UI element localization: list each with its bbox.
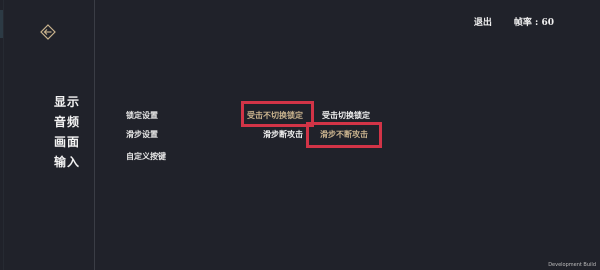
sidebar-item-display[interactable]: 显示 xyxy=(54,96,84,109)
settings-screen: 显示 音频 画面 输入 退出 帧率 : 60 锁定设置 受击不切换锁定 受击切换… xyxy=(0,0,600,270)
exit-button[interactable]: 退出 xyxy=(474,15,492,28)
sidebar-item-graphics[interactable]: 画面 xyxy=(54,136,84,149)
sidebar-item-input[interactable]: 输入 xyxy=(54,156,84,169)
option-dash-cancels-attack[interactable]: 滑步断攻击 xyxy=(263,129,303,140)
sidebar-divider xyxy=(94,0,95,270)
option-dash-keeps-attack[interactable]: 滑步不断攻击 xyxy=(320,129,368,140)
sidebar-nav: 显示 音频 画面 输入 xyxy=(54,96,84,176)
option-no-switch-lock-on-hit[interactable]: 受击不切换锁定 xyxy=(247,110,303,121)
back-button[interactable] xyxy=(40,24,56,40)
dash-setting-label: 滑步设置 xyxy=(126,129,158,139)
custom-keys-button[interactable]: 自定义按键 xyxy=(126,151,166,162)
sidebar-item-audio[interactable]: 音频 xyxy=(54,116,84,129)
development-build-label: Development Build xyxy=(548,262,596,268)
header: 退出 帧率 : 60 xyxy=(474,15,554,28)
edge-line xyxy=(3,0,4,270)
fps-readout: 帧率 : 60 xyxy=(513,18,554,28)
back-arrow-icon xyxy=(40,24,56,40)
lock-setting-label: 锁定设置 xyxy=(126,110,158,120)
option-switch-lock-on-hit[interactable]: 受击切换锁定 xyxy=(322,110,370,121)
